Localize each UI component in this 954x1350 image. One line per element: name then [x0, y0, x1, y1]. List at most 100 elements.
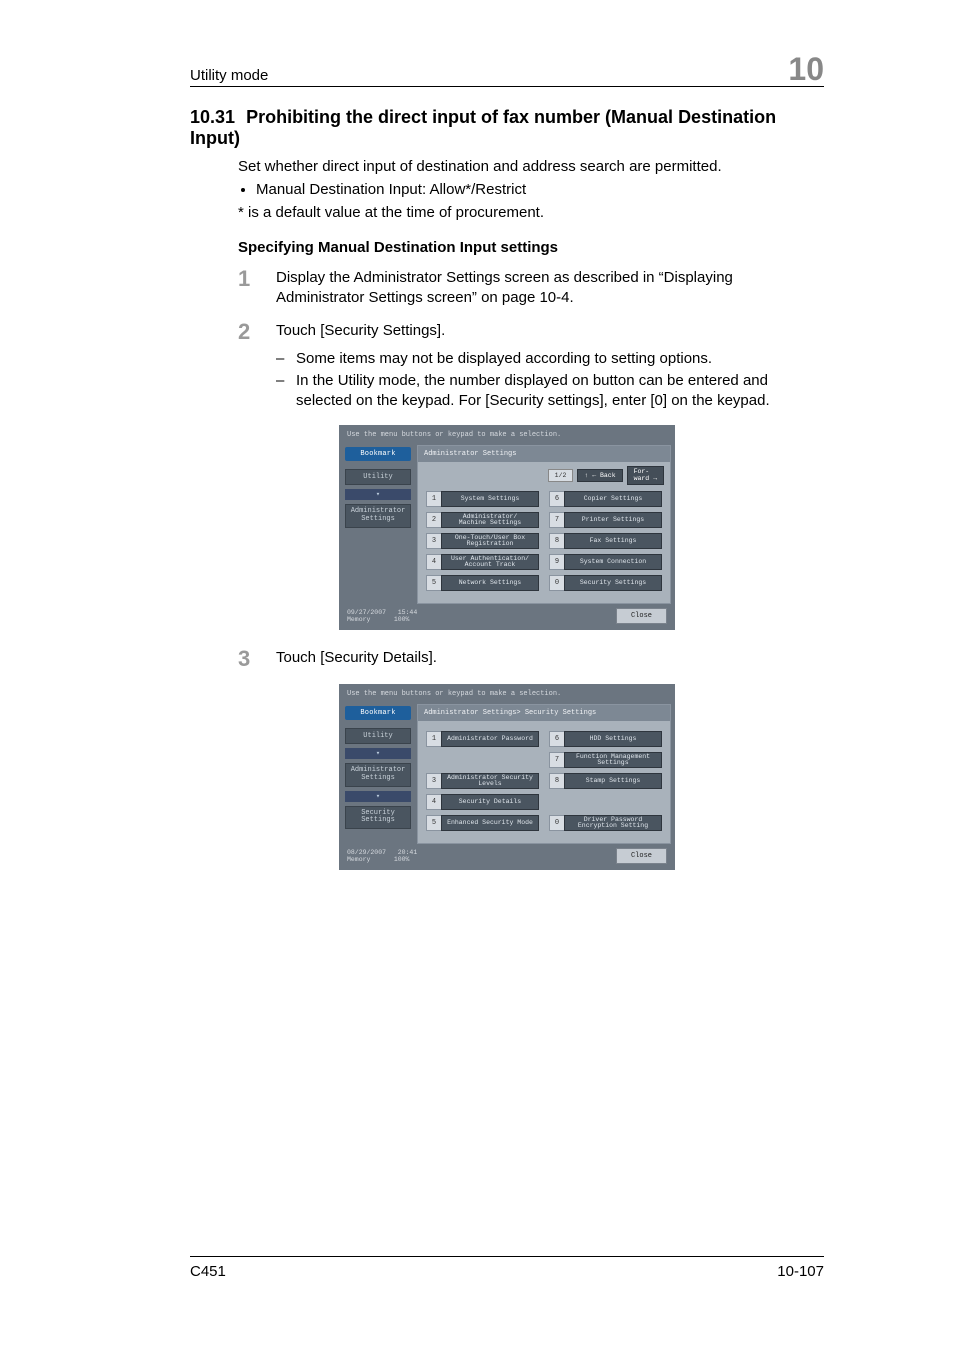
menu-number: 2 — [426, 512, 441, 528]
menu-number: 1 — [426, 491, 441, 507]
page-indicator: 1/2 — [548, 469, 574, 482]
menu-number: 7 — [549, 752, 564, 768]
bookmark-tab[interactable]: Bookmark — [345, 706, 411, 720]
step-text: Touch [Security Settings]. — [276, 321, 824, 343]
menu-button[interactable]: 7Printer Settings — [549, 512, 662, 528]
menu-label: System Settings — [441, 491, 539, 507]
subitem-text: Some items may not be displayed accordin… — [296, 349, 824, 369]
menu-label: Stamp Settings — [564, 773, 662, 789]
menu-number: 5 — [426, 575, 441, 591]
menu-number: 4 — [426, 794, 441, 810]
memory-label: Memory — [347, 616, 370, 623]
status-time: 20:41 — [398, 849, 418, 856]
memory-label: Memory — [347, 856, 370, 863]
menu-number: 6 — [549, 491, 564, 507]
back-label: ← Back — [592, 472, 615, 479]
menu-button[interactable]: 9System Connection — [549, 554, 662, 570]
close-button[interactable]: Close — [616, 848, 667, 864]
menu-button[interactable]: 6HDD Settings — [549, 731, 662, 747]
default-note: * is a default value at the time of proc… — [238, 204, 824, 221]
bookmark-tab[interactable]: Bookmark — [345, 447, 411, 461]
step-2: 2 Touch [Security Settings]. — [238, 321, 824, 343]
menu-number: 3 — [426, 773, 441, 789]
dash-icon: – — [276, 349, 296, 369]
step-3: 3 Touch [Security Details]. — [238, 648, 824, 670]
security-settings-nav-button[interactable]: Security Settings — [345, 806, 411, 829]
menu-button[interactable]: 4User Authentication/ Account Track — [426, 554, 539, 570]
menu-button[interactable]: 2Administrator/ Machine Settings — [426, 512, 539, 528]
menu-label: One-Touch/User Box Registration — [441, 533, 539, 549]
bullet-item: Manual Destination Input: Allow*/Restric… — [256, 181, 824, 198]
menu-label: Security Settings — [564, 575, 662, 591]
menu-label: Administrator Password — [441, 731, 539, 747]
screen-instruction: Use the menu buttons or keypad to make a… — [339, 684, 675, 702]
status-meta: 08/29/2007 20:41 Memory 100% — [347, 849, 417, 865]
menu-button[interactable]: 4Security Details — [426, 794, 539, 810]
menu-label: Administrator Security Levels — [441, 773, 539, 789]
menu-number: 7 — [549, 512, 564, 528]
step-number: 3 — [238, 648, 276, 670]
breadcrumb: Administrator Settings> Security Setting… — [418, 705, 670, 721]
status-time: 15:44 — [398, 609, 418, 616]
menu-number: 1 — [426, 731, 441, 747]
menu-number: 8 — [549, 773, 564, 789]
dash-icon: – — [276, 371, 296, 412]
model-label: C451 — [190, 1263, 226, 1280]
admin-settings-screenshot: Use the menu buttons or keypad to make a… — [339, 425, 675, 630]
menu-button[interactable]: 7Function Management Settings — [549, 752, 662, 768]
memory-value: 100% — [394, 856, 410, 863]
step-text: Display the Administrator Settings scree… — [276, 268, 824, 309]
close-button[interactable]: Close — [616, 608, 667, 624]
menu-number: 4 — [426, 554, 441, 570]
menu-label: Security Details — [441, 794, 539, 810]
page-footer: C451 10-107 — [190, 1256, 824, 1280]
forward-button[interactable]: For- ward → — [627, 466, 664, 485]
memory-value: 100% — [394, 616, 410, 623]
menu-label: Copier Settings — [564, 491, 662, 507]
step-number: 1 — [238, 268, 276, 309]
menu-label: Printer Settings — [564, 512, 662, 528]
heading-title: Prohibiting the direct input of fax numb… — [190, 107, 776, 148]
menu-number: 0 — [549, 575, 564, 591]
back-button[interactable]: ↑ ← Back — [577, 469, 622, 482]
menu-button[interactable]: 0Security Settings — [549, 575, 662, 591]
intro-paragraph: Set whether direct input of destination … — [238, 157, 824, 177]
menu-button[interactable]: 0Driver Password Encryption Setting — [549, 815, 662, 831]
status-date: 08/29/2007 — [347, 849, 386, 856]
menu-label: System Connection — [564, 554, 662, 570]
menu-label: Driver Password Encryption Setting — [564, 815, 662, 831]
admin-settings-nav-button[interactable]: Administrator Settings — [345, 763, 411, 786]
menu-number: 9 — [549, 554, 564, 570]
menu-number: 8 — [549, 533, 564, 549]
menu-button[interactable]: 3One-Touch/User Box Registration — [426, 533, 539, 549]
admin-settings-nav-button[interactable]: Administrator Settings — [345, 504, 411, 527]
menu-number: 6 — [549, 731, 564, 747]
utility-nav-button[interactable]: Utility — [345, 728, 411, 744]
nav-arrow-icon: ▾ — [345, 748, 411, 759]
menu-label: Administrator/ Machine Settings — [441, 512, 539, 528]
menu-button[interactable]: 5Enhanced Security Mode — [426, 815, 539, 831]
menu-button[interactable]: 6Copier Settings — [549, 491, 662, 507]
menu-label: Function Management Settings — [564, 752, 662, 768]
menu-label: Enhanced Security Mode — [441, 815, 539, 831]
subitem-text: In the Utility mode, the number displaye… — [296, 371, 824, 412]
utility-nav-button[interactable]: Utility — [345, 469, 411, 485]
menu-button[interactable]: 1Administrator Password — [426, 731, 539, 747]
menu-button[interactable]: 8Fax Settings — [549, 533, 662, 549]
menu-number: 0 — [549, 815, 564, 831]
chapter-number: 10 — [788, 55, 824, 84]
menu-number: 5 — [426, 815, 441, 831]
nav-arrow-icon: ▾ — [345, 791, 411, 802]
step-subitem: – In the Utility mode, the number displa… — [276, 371, 824, 412]
menu-button[interactable]: 1System Settings — [426, 491, 539, 507]
security-settings-screenshot: Use the menu buttons or keypad to make a… — [339, 684, 675, 870]
step-number: 2 — [238, 321, 276, 343]
screen-instruction: Use the menu buttons or keypad to make a… — [339, 425, 675, 443]
page-number: 10-107 — [777, 1263, 824, 1280]
menu-number: 3 — [426, 533, 441, 549]
step-subitem: – Some items may not be displayed accord… — [276, 349, 824, 369]
menu-button[interactable]: 5Network Settings — [426, 575, 539, 591]
menu-button[interactable]: 8Stamp Settings — [549, 773, 662, 789]
nav-arrow-icon: ▾ — [345, 489, 411, 500]
menu-button[interactable]: 3Administrator Security Levels — [426, 773, 539, 789]
